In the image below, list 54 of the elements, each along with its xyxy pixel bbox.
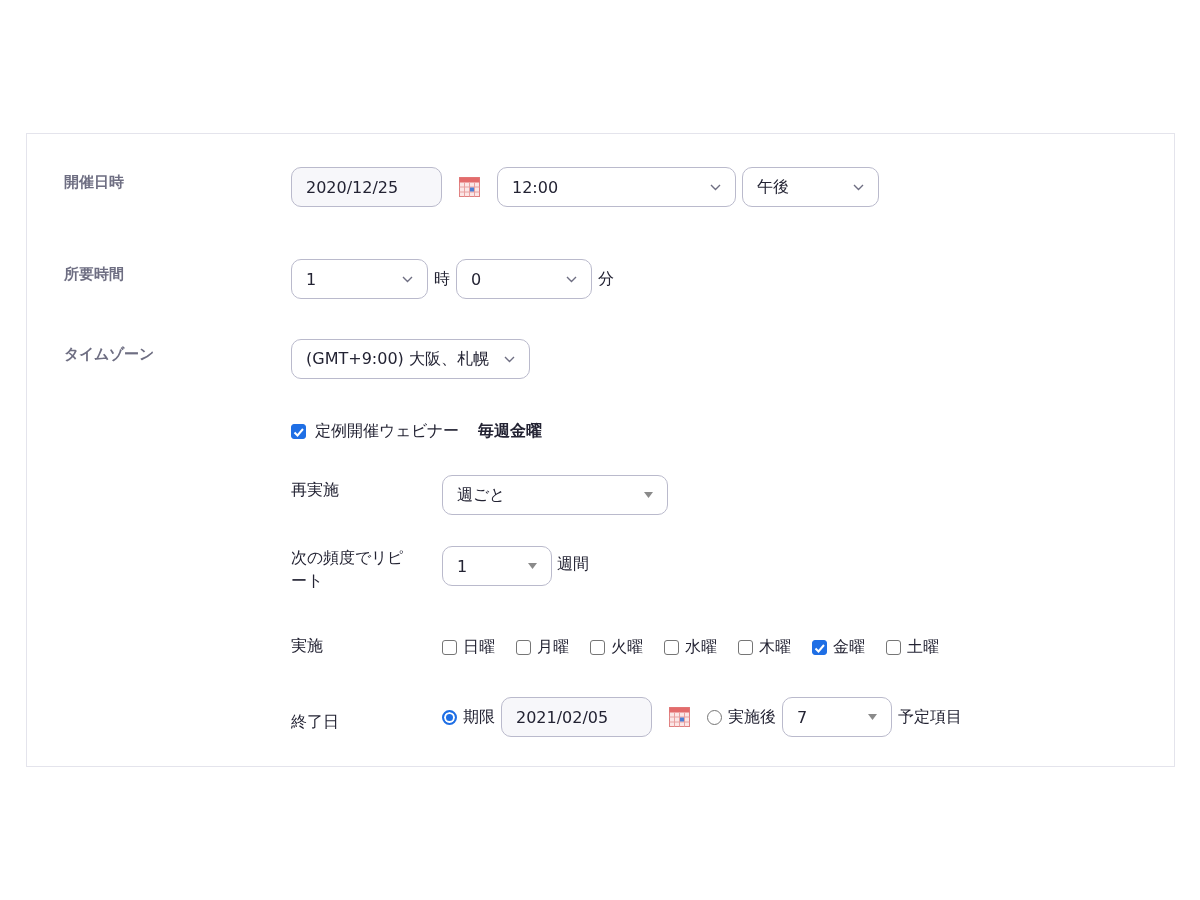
checkbox-label: 火曜 — [611, 637, 643, 659]
chevron-down-icon — [402, 275, 413, 283]
recurrence-summary: 毎週金曜 — [478, 421, 542, 442]
field-label: 終了日 — [291, 711, 340, 734]
radio-label: 実施後 — [728, 706, 776, 728]
calendar-icon — [669, 707, 690, 728]
chevron-down-icon — [710, 183, 721, 191]
field-label: 開催日時 — [64, 172, 125, 192]
field-label: 次の頻度でリピート — [291, 547, 403, 593]
checkbox[interactable] — [812, 640, 827, 656]
date-field[interactable]: 2020/12/25 — [291, 167, 442, 207]
field-label: 所要時間 — [64, 264, 125, 284]
checkbox-label: 木曜 — [759, 637, 791, 659]
radio-label: 期限 — [463, 706, 495, 728]
checkbox-label: 金曜 — [833, 637, 865, 659]
checkbox-label: 土曜 — [907, 637, 939, 659]
checkbox[interactable] — [664, 640, 679, 656]
minutes-dropdown[interactable]: 0 — [456, 259, 592, 299]
checkbox[interactable] — [516, 640, 531, 656]
checkmark-icon — [814, 642, 825, 653]
checkbox[interactable] — [590, 640, 605, 656]
chevron-down-icon — [504, 355, 515, 363]
chevron-down-icon — [566, 275, 577, 283]
timezone-dropdown[interactable]: (GMT+9:00) 大阪、札幌 — [291, 339, 530, 379]
checkbox[interactable] — [291, 424, 306, 439]
checkbox[interactable] — [886, 640, 901, 656]
checkmark-icon — [293, 426, 304, 437]
field-label: 実施 — [291, 635, 324, 658]
am-pm-dropdown[interactable]: 午後 — [742, 167, 879, 207]
checkbox[interactable] — [738, 640, 753, 656]
interval-dropdown[interactable]: 1 — [442, 546, 552, 586]
checkbox-label: 月曜 — [537, 637, 569, 659]
checkbox[interactable] — [442, 640, 457, 656]
unit-label: 週間 — [557, 553, 589, 575]
checkbox-label: 水曜 — [685, 637, 717, 659]
field-label: タイムゾーン — [64, 344, 155, 364]
unit-label: 分 — [598, 268, 614, 290]
chevron-down-icon — [853, 183, 864, 191]
unit-label: 時 — [434, 268, 450, 290]
occurrences-dropdown[interactable]: 7 — [782, 697, 892, 738]
checkbox-label: 日曜 — [463, 637, 495, 659]
unit-label: 予定項目 — [898, 706, 962, 728]
end-date-field[interactable]: 2021/02/05 — [501, 697, 652, 738]
time-dropdown[interactable]: 12:00 — [497, 167, 736, 207]
checkbox-label: 定例開催ウェビナー — [315, 421, 459, 442]
radio-button[interactable] — [442, 709, 457, 725]
recurrence-dropdown[interactable]: 週ごと — [442, 475, 668, 515]
calendar-icon — [459, 177, 480, 197]
triangle-down-icon — [644, 492, 653, 498]
hours-dropdown[interactable]: 1 — [291, 259, 428, 299]
radio-button[interactable] — [707, 709, 722, 725]
triangle-down-icon — [868, 714, 877, 721]
field-label: 再実施 — [291, 479, 340, 501]
triangle-down-icon — [528, 563, 537, 569]
